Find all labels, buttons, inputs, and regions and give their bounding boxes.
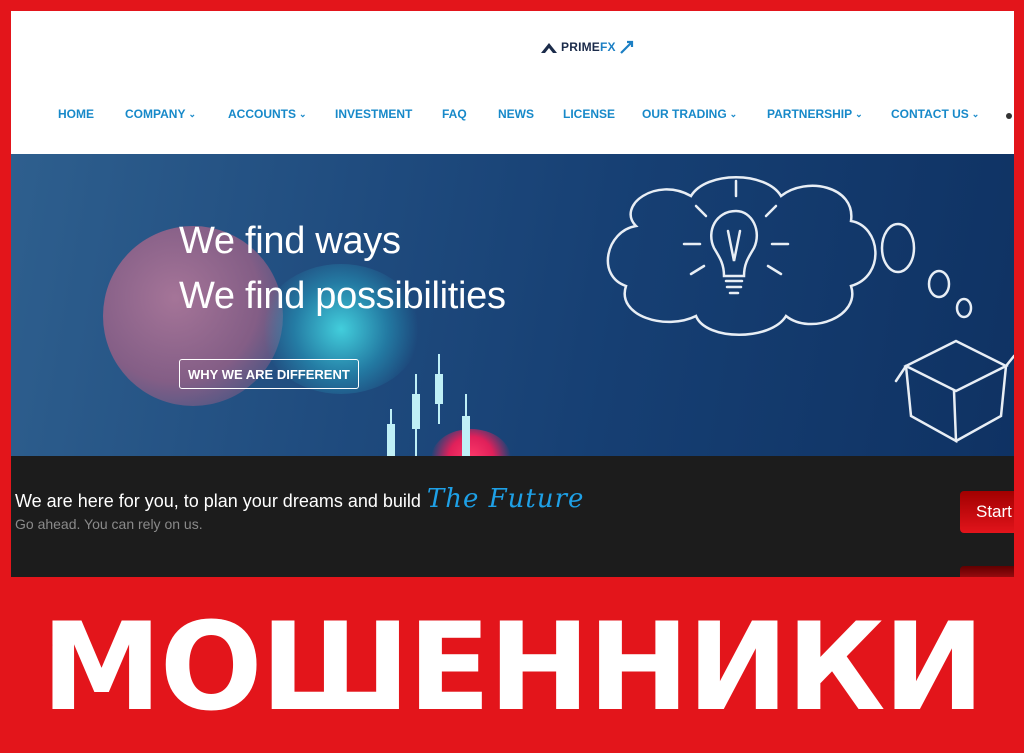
site-header: PRIMEFX HOME COMPANY ⌄ ACCOUNTS ⌄ INVESTME… [11, 11, 1014, 154]
nav-investment[interactable]: INVESTMENT [335, 107, 412, 121]
hero-banner: We find ways We find possibilities WHY W… [11, 154, 1014, 456]
promo-headline: We are here for you, to plan your dreams… [15, 484, 584, 514]
why-different-button[interactable]: WHY WE ARE DIFFERENT [179, 359, 359, 389]
hero-headline-1: We find ways [179, 220, 401, 262]
promo-strip: We are here for you, to plan your dreams… [11, 456, 1014, 577]
chevron-down-icon: ⌄ [855, 108, 863, 119]
nav-accounts[interactable]: ACCOUNTS ⌄ [228, 107, 307, 121]
main-nav: HOME COMPANY ⌄ ACCOUNTS ⌄ INVESTMENT FAQ N… [11, 107, 1014, 127]
nav-license[interactable]: LICENSE [563, 107, 615, 121]
promo-headline-text: We are here for you, to plan your dreams… [15, 491, 421, 511]
logo-text: PRIMEFX [561, 40, 616, 54]
chevron-down-icon: ⌄ [188, 108, 196, 119]
start-button[interactable]: Start [960, 491, 1014, 533]
logo[interactable]: PRIMEFX [541, 37, 634, 57]
warning-stamp: МОШЕННИКИ [41, 597, 984, 738]
logo-mark-icon [541, 43, 557, 53]
promo-subtext: Go ahead. You can rely on us. [15, 516, 203, 532]
nav-news[interactable]: NEWS [498, 107, 534, 121]
hero-headline-2: We find possibilities [179, 275, 506, 317]
chevron-down-icon: ⌄ [971, 108, 980, 119]
nav-partnership[interactable]: PARTNERSHIP ⌄ [767, 107, 863, 121]
user-icon[interactable] [1006, 113, 1012, 119]
chevron-down-icon: ⌄ [729, 108, 738, 119]
nav-company[interactable]: COMPANY ⌄ [125, 107, 196, 121]
promo-highlight: The Future [426, 484, 585, 514]
nav-contact-us[interactable]: CONTACT US ⌄ [891, 107, 979, 121]
chevron-down-icon: ⌄ [299, 108, 307, 119]
secondary-button[interactable] [960, 566, 1014, 577]
logo-arrow-icon [619, 40, 633, 54]
nav-our-trading[interactable]: OUR TRADING ⌄ [642, 107, 737, 121]
nav-faq[interactable]: FAQ [442, 107, 467, 121]
idea-cloud-doodle-icon [606, 176, 1014, 444]
nav-home[interactable]: HOME [58, 107, 94, 121]
website-screenshot: PRIMEFX HOME COMPANY ⌄ ACCOUNTS ⌄ INVESTME… [11, 11, 1014, 577]
candlestick-decoration-icon [387, 354, 470, 456]
